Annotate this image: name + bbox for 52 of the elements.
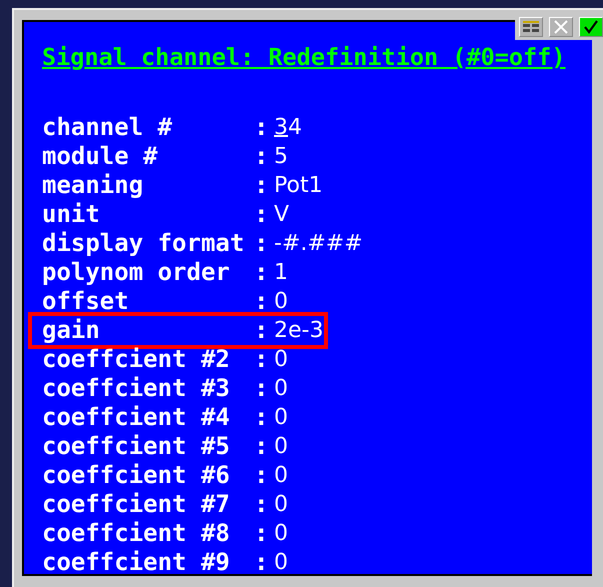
field-separator: : <box>254 291 268 312</box>
field-value[interactable]: Pot1 <box>274 174 323 196</box>
field-separator: : <box>254 117 268 138</box>
field-label: display format <box>42 233 244 254</box>
field-separator: : <box>254 407 268 428</box>
field-value[interactable]: 0 <box>274 378 288 400</box>
field-value[interactable]: 2e-3 <box>274 320 324 342</box>
field-label: coeffcient #9 <box>42 552 230 573</box>
field-label: polynom order <box>42 262 230 283</box>
field-value[interactable]: 5 <box>274 146 288 168</box>
field-label: module # <box>42 146 158 167</box>
field-label: coeffcient #5 <box>42 436 230 457</box>
field-value[interactable]: 0 <box>274 290 288 312</box>
field-value[interactable]: -#.### <box>274 232 363 254</box>
field-separator: : <box>254 204 268 225</box>
field-separator: : <box>254 349 268 370</box>
field-label: coeffcient #6 <box>42 465 230 486</box>
field-separator: : <box>254 378 268 399</box>
table-button[interactable] <box>519 17 543 37</box>
field-value[interactable]: 0 <box>274 436 288 458</box>
field-label: coeffcient #8 <box>42 523 230 544</box>
dialog-title: Signal channel: Redefinition (#0=off) <box>42 42 566 72</box>
close-button[interactable] <box>549 17 573 37</box>
field-separator: : <box>254 494 268 515</box>
field-label: offset <box>42 291 129 312</box>
field-label: coeffcient #3 <box>42 378 230 399</box>
field-value[interactable]: 0 <box>274 552 288 574</box>
field-separator: : <box>254 436 268 457</box>
field-value[interactable]: 0 <box>274 464 288 486</box>
field-value[interactable]: 0 <box>274 406 288 428</box>
field-value[interactable]: 0 <box>274 348 288 370</box>
field-label: coeffcient #4 <box>42 407 230 428</box>
field-value[interactable]: 1 <box>274 262 288 284</box>
field-separator: : <box>254 146 268 167</box>
field-separator: : <box>254 552 268 573</box>
field-separator: : <box>254 233 268 254</box>
field-label: meaning <box>42 175 144 196</box>
field-label: coeffcient #7 <box>42 494 230 515</box>
field-label: unit <box>42 204 100 225</box>
field-separator: : <box>254 465 268 486</box>
field-separator: : <box>254 175 268 196</box>
field-separator: : <box>254 523 268 544</box>
field-separator: : <box>254 320 268 341</box>
confirm-button[interactable] <box>579 17 603 37</box>
field-separator: : <box>254 262 268 283</box>
field-label: gain <box>42 320 100 341</box>
field-label: channel # <box>42 117 172 138</box>
field-value[interactable]: 0 <box>274 494 288 516</box>
field-value[interactable]: V <box>274 204 290 226</box>
field-value[interactable]: 34 <box>274 116 302 138</box>
field-value[interactable]: 0 <box>274 522 288 544</box>
field-label: coeffcient #2 <box>42 349 230 370</box>
